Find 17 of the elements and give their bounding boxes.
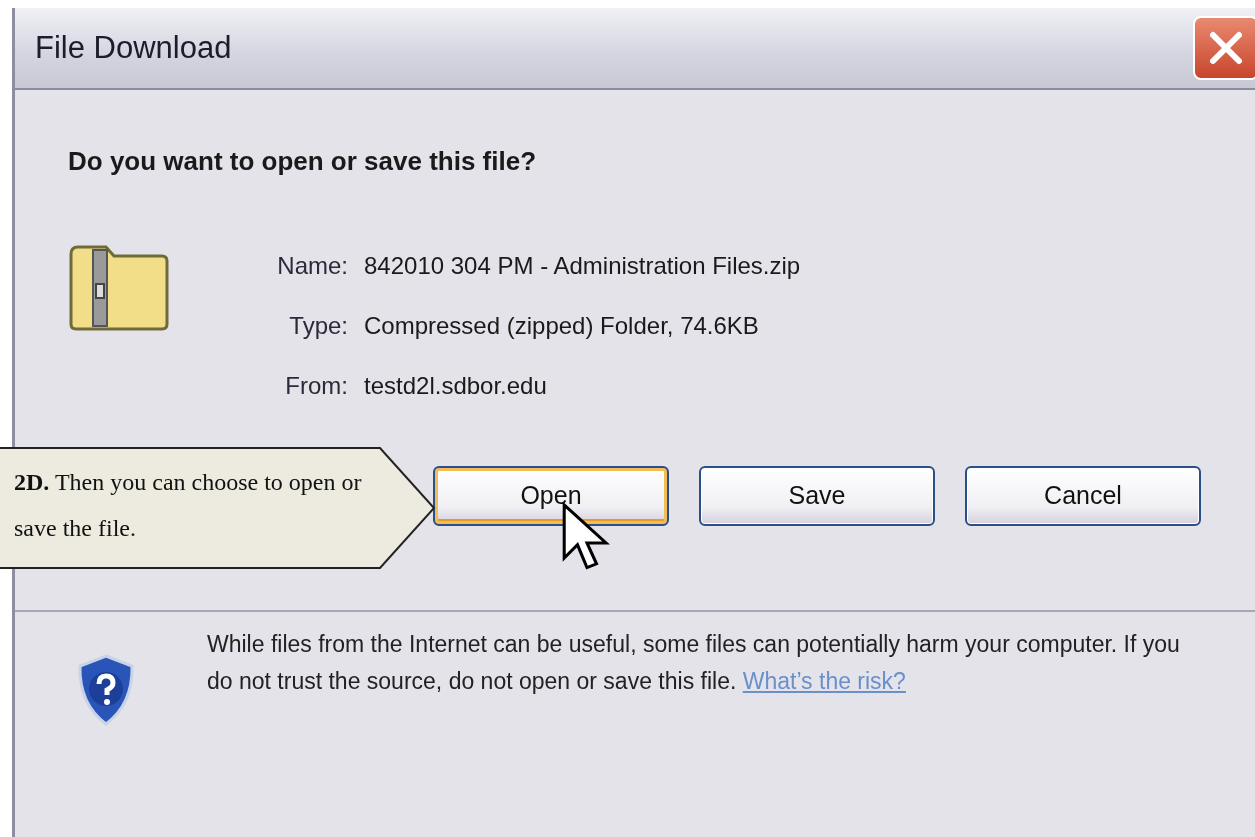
field-label: Type: [288,311,348,341]
window-title: File Download [35,28,232,67]
dialog-button[interactable]: Save [699,466,935,526]
dialog-button[interactable]: Cancel [965,466,1201,526]
zip-folder-icon [68,244,170,332]
shield-help-icon [77,654,135,726]
field-value: testd2l.sdbor.edu [363,371,547,401]
field-value: Compressed (zipped) Folder, 74.6KB [363,311,759,341]
warning-text: While files from the Internet can be useful, some files can potentially harm your computer. If you do not trust the source, do not open or save this file. What’s the risk? [207,630,1181,696]
dialog-button[interactable]: Open [433,466,669,526]
field-label: Name: [276,251,348,281]
dialog-question: Do you want to open or save this file? [67,145,538,178]
field-value: 842010 304 PM - Administration Files.zip [363,251,801,281]
callout: 2D. Then you can choose to open or save the file. [0,447,436,569]
close-icon [1208,30,1244,66]
close-button[interactable] [1193,16,1255,80]
field-label: From: [284,371,348,401]
